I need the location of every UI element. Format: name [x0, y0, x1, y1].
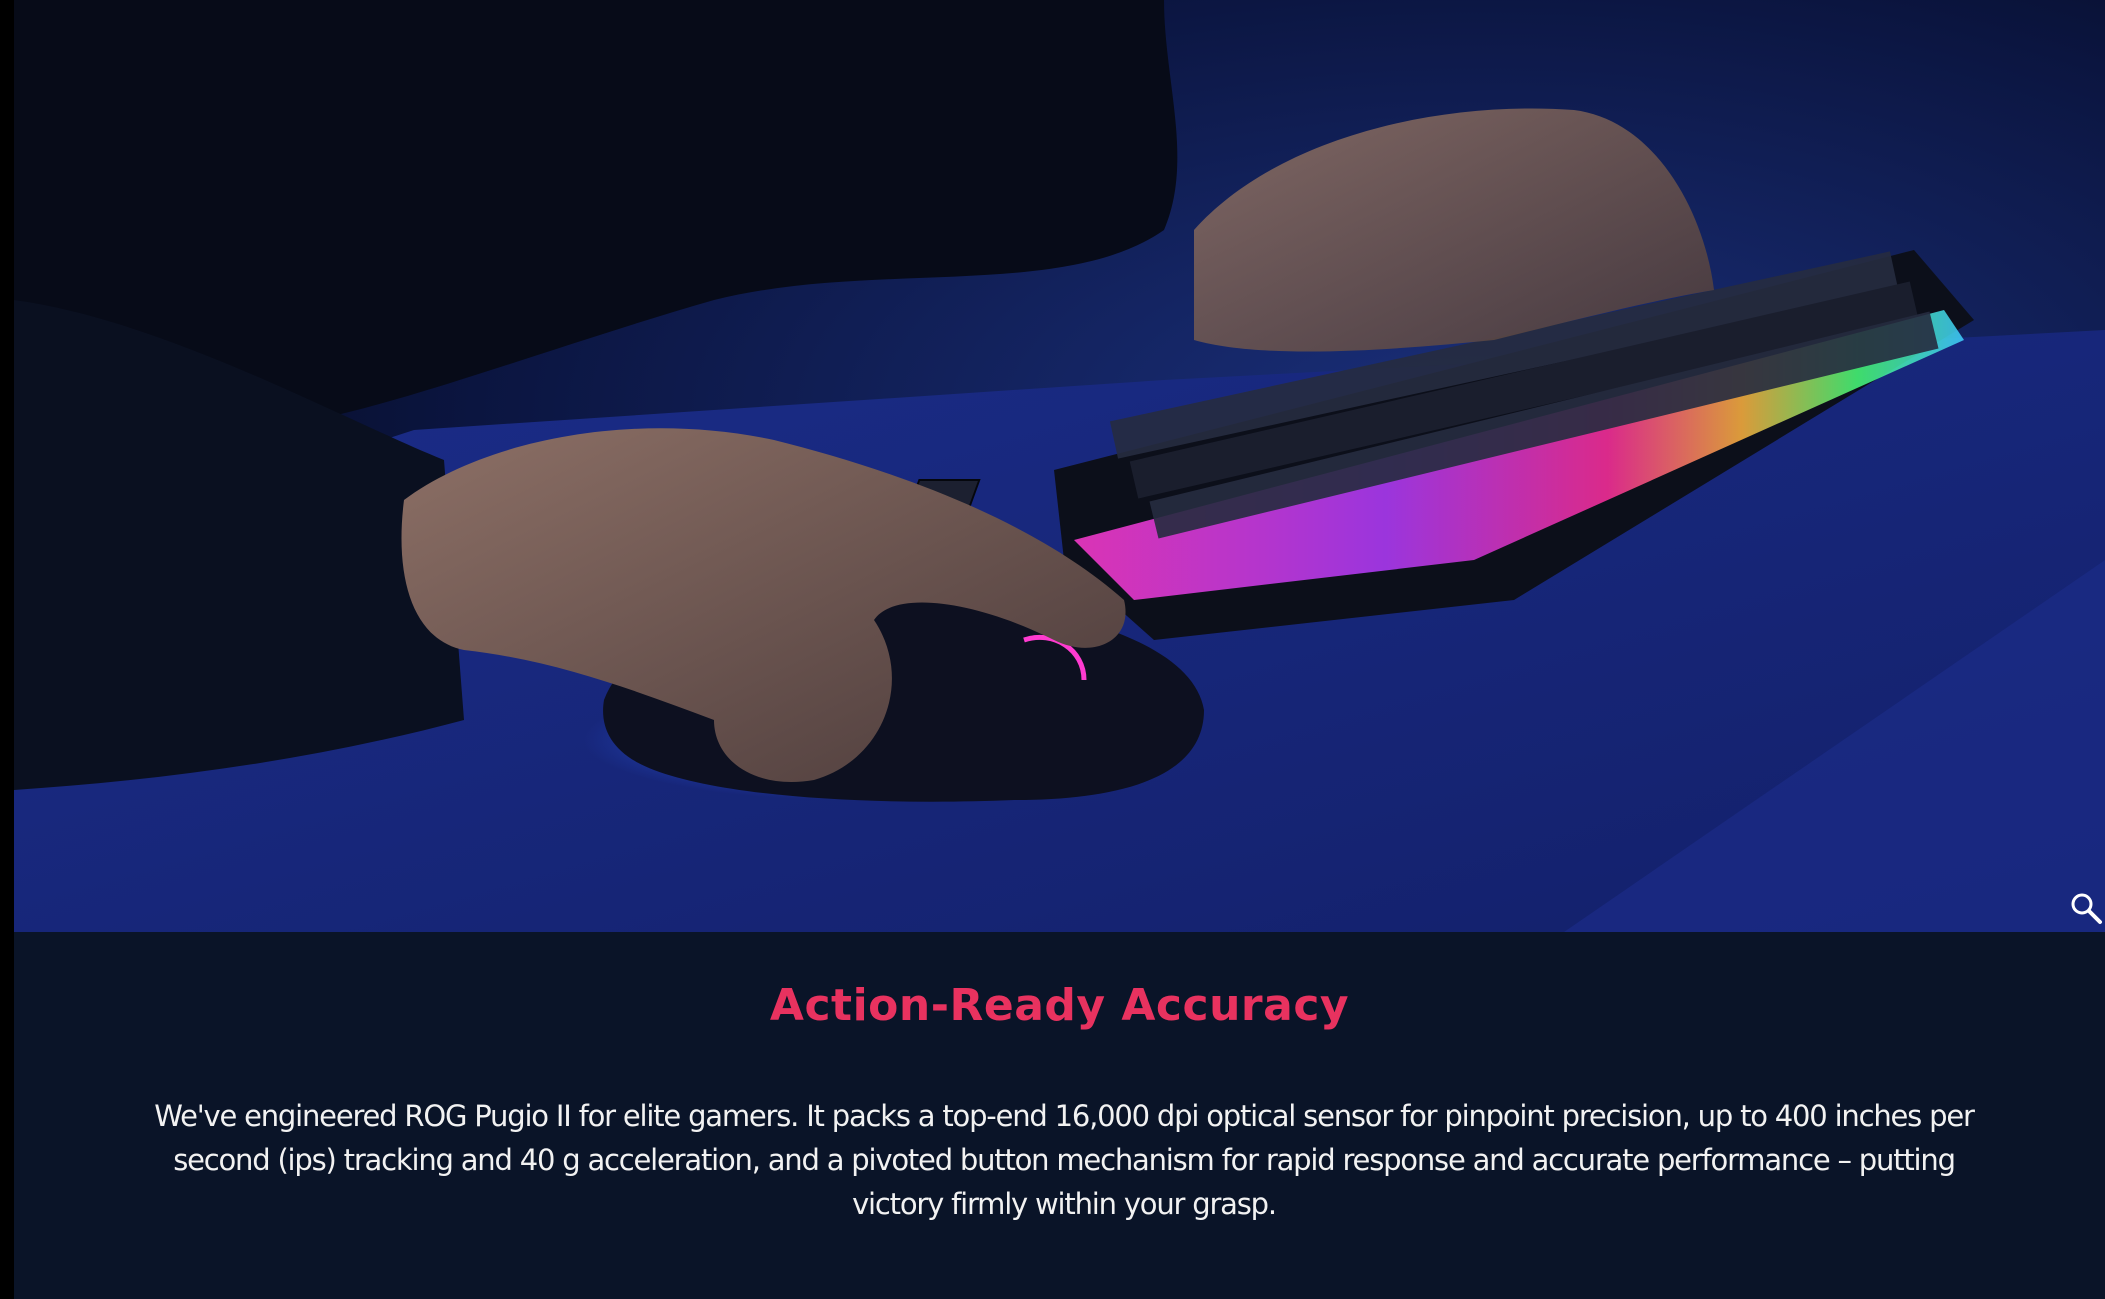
- hero-illustration: [14, 0, 2105, 932]
- left-edge-strip: [0, 0, 14, 1299]
- feature-section: Action-Ready Accuracy We've engineered R…: [14, 932, 2105, 1299]
- hero-image: [14, 0, 2105, 932]
- section-heading: Action-Ready Accuracy: [769, 980, 1350, 1031]
- section-body: We've engineered ROG Pugio II for elite …: [154, 1099, 1975, 1221]
- magnifier-icon[interactable]: [2069, 891, 2103, 925]
- page: Action-Ready Accuracy We've engineered R…: [0, 0, 2105, 1299]
